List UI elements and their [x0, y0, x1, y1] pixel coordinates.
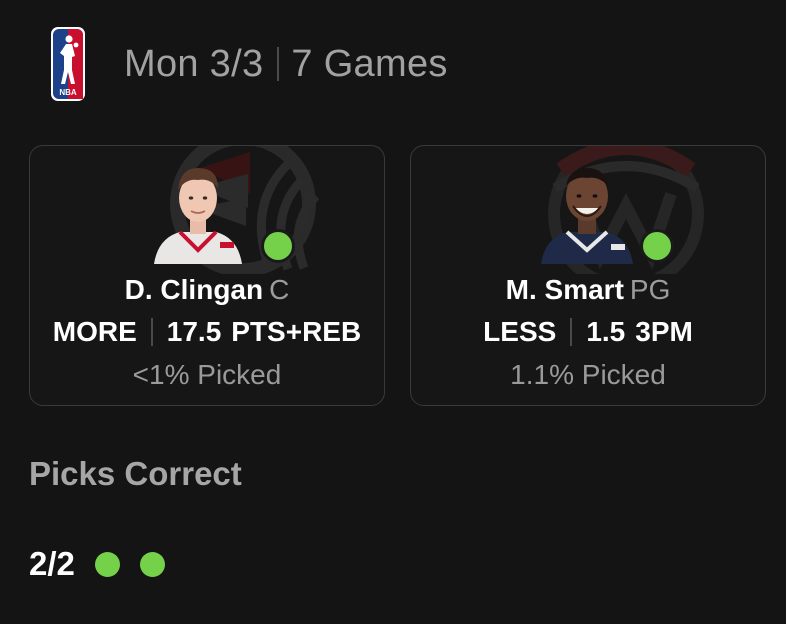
player-headshot-clingan	[154, 168, 242, 264]
svg-text:NBA: NBA	[59, 88, 77, 97]
games-count-label: 7 Games	[291, 42, 448, 85]
header-divider	[277, 47, 280, 81]
date-label: Mon 3/3	[124, 42, 264, 85]
pick-line-value: 1.5	[586, 316, 626, 347]
player-name: D. Clingan	[124, 274, 264, 305]
player-position: PG	[629, 274, 671, 305]
pick-row: LESS 1.5 3PM	[411, 316, 765, 348]
pick-stat: 3PM	[635, 316, 693, 347]
status-correct-indicator	[640, 229, 674, 263]
picks-correct-title: Picks Correct	[29, 455, 242, 492]
picks-correct-summary: 2/2	[29, 545, 185, 583]
nba-logo-icon: NBA	[51, 27, 85, 101]
picked-percentage: 1.1% Picked	[510, 359, 666, 390]
result-correct-dot	[139, 551, 165, 577]
header: NBA Mon 3/3 7 Games	[50, 26, 448, 102]
pick-direction: LESS	[483, 316, 557, 347]
pick-divider	[150, 318, 153, 346]
player-name-row: M. Smart PG	[411, 274, 765, 306]
pick-line-value: 17.5	[166, 316, 222, 347]
pick-row: MORE 17.5 PTS+REB	[30, 316, 384, 348]
picks-correct-score: 2/2	[29, 545, 75, 582]
status-correct-indicator	[261, 229, 295, 263]
player-name-row: D. Clingan C	[30, 274, 384, 306]
picked-percentage: <1% Picked	[132, 359, 282, 390]
pick-card-smart[interactable]: M. Smart PG LESS 1.5 3PM 1.1% Picked	[410, 145, 766, 406]
pick-divider	[570, 318, 573, 346]
player-name: M. Smart	[505, 274, 624, 305]
pick-stat: PTS+REB	[231, 316, 362, 347]
result-correct-dot	[94, 551, 120, 577]
pick-card-clingan[interactable]: D. Clingan C MORE 17.5 PTS+REB <1% Picked	[29, 145, 385, 406]
player-headshot-smart	[541, 168, 633, 264]
player-position: C	[269, 274, 290, 305]
header-title: Mon 3/3 7 Games	[124, 43, 448, 86]
pick-direction: MORE	[52, 316, 137, 347]
